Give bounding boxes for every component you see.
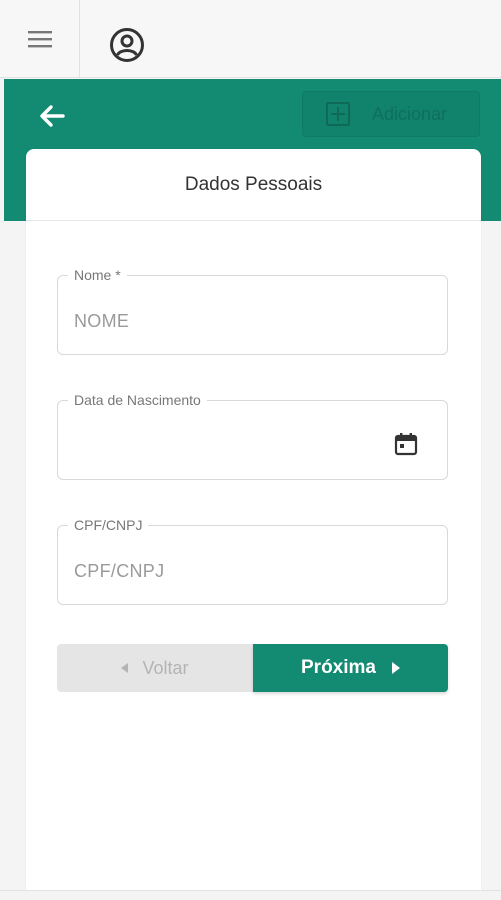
hamburger-icon xyxy=(27,31,52,48)
step-navigation: Voltar Próxima xyxy=(57,644,448,692)
cpf-cnpj-field-placeholder: CPF/CNPJ xyxy=(74,561,165,581)
next-step-button[interactable]: Próxima xyxy=(253,644,448,692)
personal-data-card: Dados Pessoais Nome * NOME Data de Nasci… xyxy=(26,149,481,890)
user-circle-icon xyxy=(110,28,144,62)
bottom-divider xyxy=(0,890,501,900)
cpf-cnpj-field-label: CPF/CNPJ xyxy=(68,517,149,533)
plus-square-icon xyxy=(326,102,350,126)
name-field-label: Nome * xyxy=(68,267,127,283)
menu-button[interactable] xyxy=(0,0,80,78)
arrow-left-icon xyxy=(40,105,65,127)
add-button[interactable]: Adicionar xyxy=(302,91,480,137)
back-step-label: Voltar xyxy=(142,657,189,678)
add-button-label: Adicionar xyxy=(372,103,448,124)
back-step-button[interactable]: Voltar xyxy=(57,644,253,692)
top-app-bar xyxy=(0,0,501,78)
name-field[interactable]: Nome * NOME xyxy=(57,267,448,355)
cpf-cnpj-field[interactable]: CPF/CNPJ CPF/CNPJ xyxy=(57,517,448,605)
calendar-icon[interactable] xyxy=(393,431,419,457)
next-step-label: Próxima xyxy=(301,657,376,678)
card-title: Dados Pessoais xyxy=(26,149,481,221)
birth-date-field[interactable]: Data de Nascimento xyxy=(57,392,448,480)
birth-date-field-label: Data de Nascimento xyxy=(68,392,207,408)
caret-right-icon xyxy=(391,662,400,674)
back-button[interactable] xyxy=(34,98,70,134)
caret-left-icon xyxy=(121,663,129,673)
name-field-placeholder: NOME xyxy=(74,311,130,331)
user-account-button[interactable] xyxy=(106,24,148,66)
